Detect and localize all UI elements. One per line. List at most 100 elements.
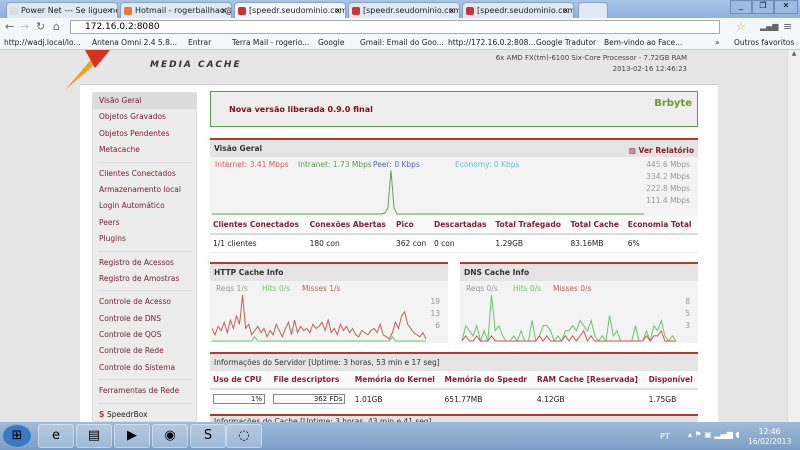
column-header: RAM Cache [Reservada] bbox=[533, 371, 646, 390]
sidebar-item-controle-acesso[interactable]: Controle de Acesso bbox=[93, 294, 196, 310]
panel-title: Informações do Servidor [Uptime: 3 horas… bbox=[210, 354, 698, 371]
bookmark[interactable]: http://wadj.local/lo... bbox=[4, 38, 81, 47]
menu-icon[interactable]: ≡ bbox=[783, 20, 792, 33]
close-tab-icon[interactable]: × bbox=[220, 6, 227, 15]
sidebar-item-plugins[interactable]: Plugins bbox=[93, 231, 196, 247]
dns-cache-chart: Reqs 0/s Hits 0/s Misses 0/s 8 5 3 bbox=[460, 281, 698, 343]
sidebar-item-speedrbox[interactable]: S SpeedrBox bbox=[93, 407, 196, 423]
hotmail-icon bbox=[124, 7, 132, 15]
update-notice: Nova versão liberada 0.9.0 final Brbyte bbox=[210, 91, 698, 127]
table-cell: 362 con bbox=[393, 234, 431, 253]
tab-speedr-active[interactable]: [speedr.seudominio.com. × bbox=[234, 2, 346, 18]
sidebar-item-ferramentas[interactable]: Ferramentas de Rede bbox=[93, 383, 196, 399]
brbyte-logo: Brbyte bbox=[654, 98, 692, 109]
url-input[interactable] bbox=[70, 20, 720, 34]
media-player-icon[interactable]: ▶ bbox=[114, 424, 150, 448]
reload-icon[interactable]: ↻ bbox=[36, 20, 45, 33]
new-tab-button[interactable] bbox=[578, 2, 608, 18]
overview-chart: Internet: 3.41 Mbps Intranet: 1.73 Mbps … bbox=[210, 157, 698, 216]
report-link-label: Ver Relatório bbox=[638, 146, 694, 155]
sidebar: Visão Geral Objetos Gravados Objetos Pen… bbox=[92, 92, 197, 422]
page-icon bbox=[10, 7, 18, 15]
logo-subtitle: MEDIA CACHE bbox=[150, 60, 242, 70]
bookmark[interactable]: Google bbox=[318, 38, 344, 47]
sidebar-item-clientes[interactable]: Clientes Conectados bbox=[93, 166, 196, 182]
overview-panel: Visão Geral ▨ Ver Relatório Internet: 3.… bbox=[210, 138, 698, 253]
language-indicator[interactable]: PT bbox=[660, 432, 670, 441]
available: 1.75GB bbox=[645, 389, 698, 409]
chrome-icon[interactable]: ◉ bbox=[152, 424, 188, 448]
tab-hotmail[interactable]: Hotmail - rogerbailhao@ × bbox=[120, 2, 232, 18]
column-header: Pico bbox=[393, 216, 431, 235]
sidebar-item-controle-sistema[interactable]: Controle do Sistema bbox=[93, 360, 196, 376]
sidebar-item-peers[interactable]: Peers bbox=[93, 215, 196, 231]
dns-cache-panel: DNS Cache Info Reqs 0/s Hits 0/s Misses … bbox=[460, 262, 698, 347]
tray-icons[interactable]: ▴ ⚑ ▣ ▂▄▆ ◖ bbox=[688, 430, 740, 439]
tab-label: Hotmail - rogerbailhao@ bbox=[135, 6, 232, 15]
ram-cache: 4.12GB bbox=[533, 389, 646, 409]
cpu-usage-cell: 1% bbox=[210, 389, 271, 409]
close-tab-icon[interactable]: × bbox=[106, 6, 113, 15]
bookmark[interactable]: Entrar bbox=[188, 38, 211, 47]
column-header: File descriptors bbox=[270, 371, 352, 390]
taskbar: ⊞ e ▤ ▶ ◉ S ◌ PT ▴ ⚑ ▣ ▂▄▆ ◖ 12:46 16/02/… bbox=[0, 422, 800, 450]
y-tick: 222.8 Mbps bbox=[646, 184, 690, 193]
table-cell: 6% bbox=[624, 234, 698, 253]
maximize-button[interactable]: ❐ bbox=[752, 0, 774, 14]
sidebar-item-armazenamento[interactable]: Armazenamento local bbox=[93, 182, 196, 198]
skype-icon[interactable]: S bbox=[190, 424, 226, 448]
bookmark[interactable]: http://172.16.0.2:808... bbox=[448, 38, 536, 47]
y-tick: 111.4 Mbps bbox=[646, 196, 690, 205]
minimize-button[interactable]: _ bbox=[730, 0, 752, 14]
sidebar-item-controle-rede[interactable]: Controle de Rede bbox=[93, 343, 196, 359]
sidebar-item-registro-acessos[interactable]: Registro de Acessos bbox=[93, 255, 196, 271]
sidebar-item-metacache[interactable]: Metacache bbox=[93, 142, 196, 158]
other-bookmarks[interactable]: Outros favoritos bbox=[734, 38, 794, 47]
report-link[interactable]: ▨ Ver Relatório bbox=[629, 146, 694, 155]
dns-sparkline bbox=[461, 294, 677, 343]
winbox-icon[interactable]: ◌ bbox=[226, 424, 262, 448]
column-header: Memória do Speedr bbox=[441, 371, 534, 390]
bookmark[interactable]: Bem-vindo ao Face... bbox=[604, 38, 682, 47]
sidebar-item-login[interactable]: Login Automático bbox=[93, 198, 196, 214]
home-icon[interactable]: ⌂ bbox=[53, 20, 60, 33]
bookmark[interactable]: Google Tradutor bbox=[536, 38, 596, 47]
ie-icon[interactable]: e bbox=[38, 424, 74, 448]
notice-text: Nova versão liberada 0.9.0 final bbox=[229, 105, 373, 114]
star-icon[interactable]: ☆ bbox=[736, 20, 746, 33]
start-button[interactable]: ⊞ bbox=[2, 424, 32, 448]
more-bookmarks-icon[interactable]: » bbox=[715, 38, 720, 47]
tab-powernet[interactable]: Power Net --- Se ligue ne × bbox=[6, 2, 118, 18]
datetime: 2013-02-16 12:46:23 bbox=[612, 65, 687, 73]
table-cell: 180 con bbox=[306, 234, 393, 253]
sidebar-item-objetos-pendentes[interactable]: Objetos Pendentes bbox=[93, 126, 196, 142]
close-window-button[interactable]: ✕ bbox=[774, 0, 798, 14]
series-line-misses bbox=[461, 329, 676, 343]
tab-speedr-2[interactable]: [speedr.seudominio.com. × bbox=[348, 2, 460, 18]
close-tab-icon[interactable]: × bbox=[562, 6, 569, 15]
forward-icon[interactable]: → bbox=[20, 20, 29, 33]
close-tab-icon[interactable]: × bbox=[448, 6, 455, 15]
overview-sparkline bbox=[212, 170, 644, 215]
y-tick: 334.2 Mbps bbox=[646, 172, 690, 181]
bookmark[interactable]: Antena Omni 2.4 5.8... bbox=[92, 38, 177, 47]
bookmark[interactable]: Gmail: Email do Goo... bbox=[360, 38, 444, 47]
back-icon[interactable]: ← bbox=[5, 20, 14, 33]
clock-time: 12:46 bbox=[758, 427, 781, 436]
system-info: 6x AMD FX(tm)-6100 Six-Core Processor - … bbox=[496, 53, 687, 75]
bookmark[interactable]: Terra Mail - rogerio... bbox=[232, 38, 309, 47]
explorer-icon[interactable]: ▤ bbox=[76, 424, 112, 448]
y-tick: 6 bbox=[435, 321, 440, 330]
close-tab-icon[interactable]: × bbox=[334, 6, 341, 15]
sidebar-item-visao-geral[interactable]: Visão Geral bbox=[93, 93, 196, 110]
speedrbox-label: SpeedrBox bbox=[107, 409, 148, 419]
sidebar-item-controle-qos[interactable]: Controle de QOS bbox=[93, 327, 196, 343]
y-tick: 5 bbox=[685, 309, 690, 318]
divider bbox=[97, 250, 192, 252]
tab-speedr-3[interactable]: [speedr.seudominio.com. × bbox=[462, 2, 574, 18]
sidebar-item-registro-amostras[interactable]: Registro de Amostras bbox=[93, 271, 196, 287]
scrollbar[interactable]: ▲ bbox=[787, 50, 800, 422]
sidebar-item-controle-dns[interactable]: Controle de DNS bbox=[93, 311, 196, 327]
clock[interactable]: 12:46 16/02/2013 bbox=[748, 427, 791, 447]
sidebar-item-objetos-gravados[interactable]: Objetos Gravados bbox=[93, 109, 196, 125]
